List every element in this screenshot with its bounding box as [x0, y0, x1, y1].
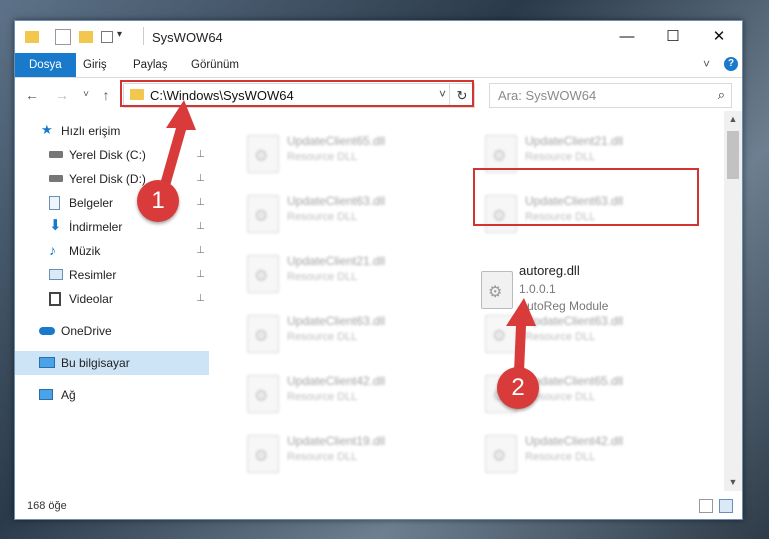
step-badge-1: 1 [137, 180, 179, 222]
arrow-1-icon [160, 100, 196, 186]
step-badge-2: 2 [497, 367, 539, 409]
arrow-2-icon [506, 298, 536, 372]
annotation-arrows [160, 100, 536, 372]
